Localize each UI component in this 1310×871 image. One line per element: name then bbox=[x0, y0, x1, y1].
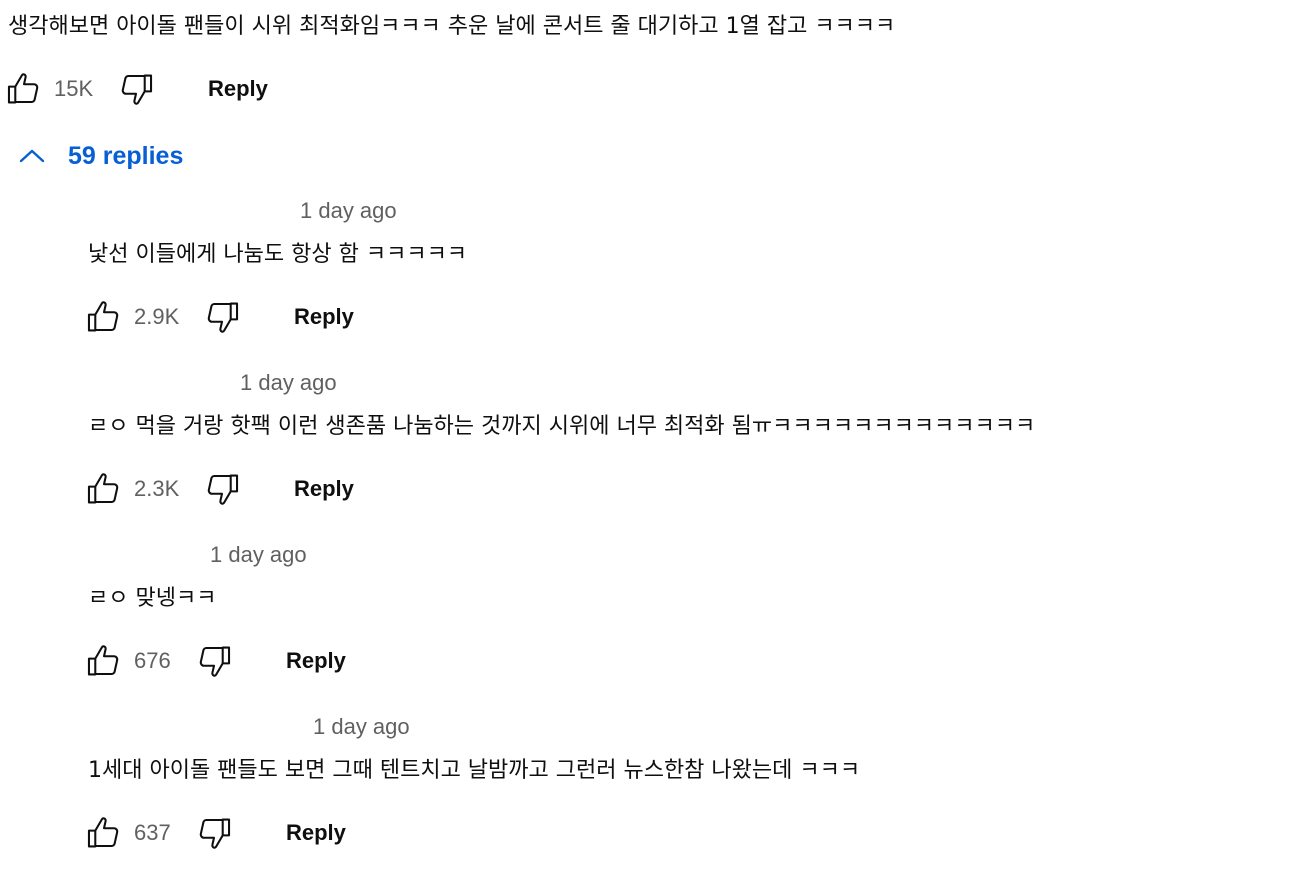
replies-count-label: 59 replies bbox=[68, 141, 184, 170]
like-count: 2.9K bbox=[134, 304, 180, 329]
like-count: 2.3K bbox=[134, 476, 180, 501]
reply-text: ㄹㅇ 먹을 거랑 핫팩 이런 생존품 나눔하는 것까지 시위에 너무 최적화 됨… bbox=[88, 414, 1036, 439]
like-button[interactable] bbox=[4, 69, 44, 109]
thumbs-down-icon bbox=[207, 474, 239, 505]
reply-timestamp[interactable]: 1 day ago bbox=[210, 540, 307, 570]
reply-action-bar: 2.3K Reply bbox=[84, 469, 354, 509]
comment-action-bar: 15K Reply bbox=[4, 69, 268, 109]
thumbs-down-icon bbox=[199, 646, 231, 677]
like-button[interactable] bbox=[84, 297, 124, 337]
reply-text: 낯선 이들에게 나눔도 항상 함 ㅋㅋㅋㅋㅋ bbox=[88, 242, 468, 267]
chevron-up-icon bbox=[14, 136, 50, 176]
reply-timestamp[interactable]: 1 day ago bbox=[313, 712, 410, 742]
like-count: 676 bbox=[134, 648, 171, 673]
reply-timestamp[interactable]: 1 day ago bbox=[240, 368, 337, 398]
reply-button[interactable]: Reply bbox=[286, 641, 346, 681]
thumbs-down-icon bbox=[121, 74, 153, 105]
reply-action-bar: 2.9K Reply bbox=[84, 297, 354, 337]
thumbs-up-icon bbox=[87, 473, 119, 504]
dislike-button[interactable] bbox=[202, 297, 242, 337]
dislike-button[interactable] bbox=[116, 69, 156, 109]
dislike-button[interactable] bbox=[194, 641, 234, 681]
dislike-button[interactable] bbox=[194, 813, 234, 853]
thumbs-down-icon bbox=[207, 302, 239, 333]
like-button[interactable] bbox=[84, 813, 124, 853]
thumbs-up-icon bbox=[7, 73, 39, 104]
like-count: 15K bbox=[54, 76, 94, 101]
thumbs-down-icon bbox=[199, 818, 231, 849]
reply-timestamp[interactable]: 1 day ago bbox=[300, 196, 397, 226]
replies-toggle-button[interactable]: 59 replies bbox=[14, 136, 183, 176]
thumbs-up-icon bbox=[87, 817, 119, 848]
reply-button[interactable]: Reply bbox=[208, 69, 268, 109]
comment-thread: 생각해보면 아이돌 팬들이 시위 최적화임ㅋㅋㅋ 추운 날에 콘서트 줄 대기하… bbox=[0, 0, 1310, 871]
comment-text: 생각해보면 아이돌 팬들이 시위 최적화임ㅋㅋㅋ 추운 날에 콘서트 줄 대기하… bbox=[8, 14, 896, 39]
like-count: 637 bbox=[134, 820, 171, 845]
dislike-button[interactable] bbox=[202, 469, 242, 509]
thumbs-up-icon bbox=[87, 645, 119, 676]
like-button[interactable] bbox=[84, 641, 124, 681]
reply-action-bar: 676 Reply bbox=[84, 641, 346, 681]
reply-text: ㄹㅇ 맞넹ㅋㅋ bbox=[88, 586, 217, 611]
reply-action-bar: 637 Reply bbox=[84, 813, 346, 853]
reply-button[interactable]: Reply bbox=[294, 297, 354, 337]
thumbs-up-icon bbox=[87, 301, 119, 332]
reply-text: 1세대 아이돌 팬들도 보면 그때 텐트치고 날밤까고 그런러 뉴스한참 나왔는… bbox=[88, 758, 861, 783]
reply-button[interactable]: Reply bbox=[286, 813, 346, 853]
like-button[interactable] bbox=[84, 469, 124, 509]
reply-button[interactable]: Reply bbox=[294, 469, 354, 509]
